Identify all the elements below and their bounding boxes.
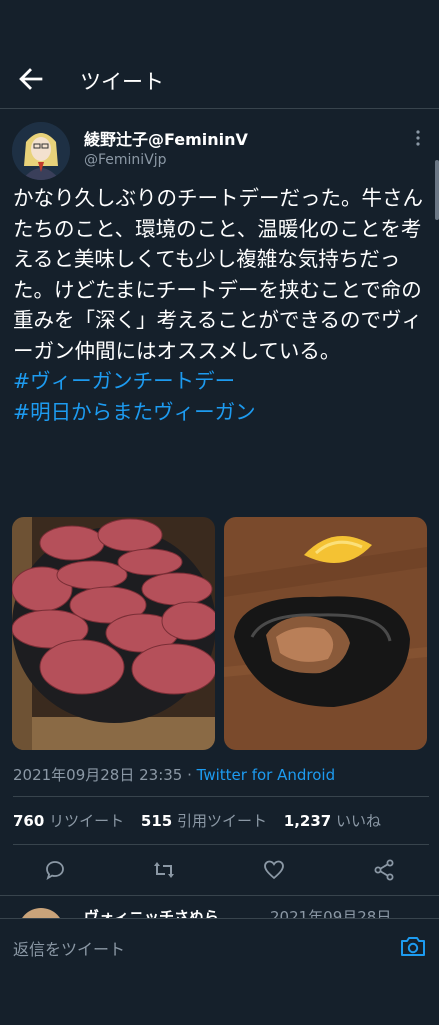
header-divider [0, 108, 439, 109]
back-arrow-icon[interactable] [14, 62, 48, 96]
retweets-count[interactable]: 760 [13, 812, 44, 830]
tweet-photo-2[interactable] [224, 517, 427, 750]
tweet-body: かなり久しぶりのチートデーだった。牛さんたちのこと、環境のこと、温暖化のことを考… [13, 183, 429, 427]
top-bar: ツイート [0, 52, 439, 108]
avatar[interactable] [12, 122, 70, 180]
reply-composer[interactable]: 返信をツイート [0, 918, 439, 1025]
scrollbar[interactable] [435, 160, 439, 220]
source-link[interactable]: Twitter for Android [197, 766, 335, 784]
tweet-text: かなり久しぶりのチートデーだった。牛さんたちのこと、環境のこと、温暖化のことを考… [13, 186, 423, 363]
share-icon[interactable] [372, 858, 396, 882]
reply-icon[interactable] [43, 858, 67, 882]
tweet-timestamp: 2021年09月28日 23:35 · Twitter for Android [13, 764, 335, 785]
quotes-label[interactable]: 引用ツイート [177, 812, 267, 830]
tweet-stats: 760 リツイート 515 引用ツイート 1,237 いいね [13, 810, 381, 831]
camera-icon[interactable] [400, 935, 426, 957]
hashtag-link[interactable]: #明日からまたヴィーガン [13, 400, 256, 424]
tweet-photo-1[interactable] [12, 517, 215, 750]
retweet-icon[interactable] [152, 858, 176, 882]
meta-divider [13, 796, 429, 797]
likes-count[interactable]: 1,237 [284, 812, 331, 830]
retweets-label[interactable]: リツイート [49, 812, 124, 830]
likes-label[interactable]: いいね [336, 812, 381, 830]
author-name[interactable]: 綾野辻子@FemininV [84, 126, 248, 150]
author-handle[interactable]: @FeminiVjp [84, 152, 167, 168]
reply-input[interactable]: 返信をツイート [13, 936, 125, 960]
stats-divider [13, 844, 429, 845]
like-heart-icon[interactable] [262, 858, 286, 882]
actions-divider [0, 895, 439, 896]
more-options-icon[interactable] [412, 128, 424, 148]
hashtag-link[interactable]: #ヴィーガンチートデー [13, 369, 235, 393]
timestamp-text: 2021年09月28日 23:35 · [13, 766, 197, 784]
quotes-count[interactable]: 515 [141, 812, 172, 830]
page-title: ツイート [80, 70, 164, 94]
